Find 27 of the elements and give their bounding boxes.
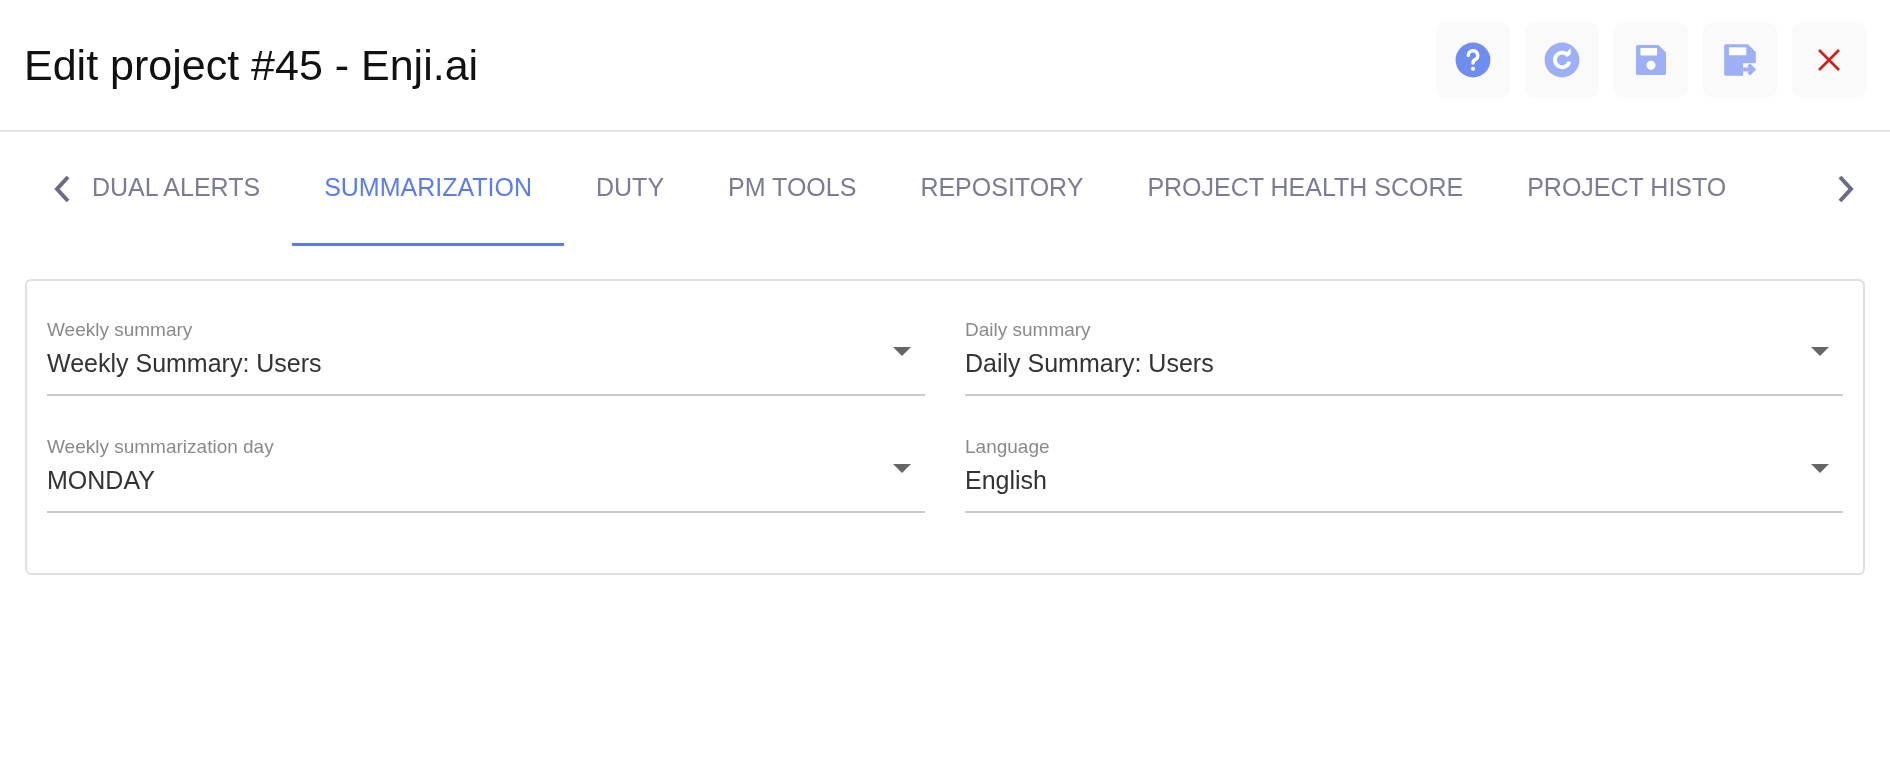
save-export-icon: [1721, 41, 1759, 79]
dropdown-field[interactable]: Language English: [965, 436, 1843, 513]
dropdown-field[interactable]: Daily summary Daily Summary: Users: [965, 319, 1843, 396]
dropdown-caret-icon: [893, 347, 911, 356]
window-title: Edit project #45 - Enji.ai: [24, 40, 479, 90]
refresh-button[interactable]: [1525, 23, 1599, 97]
dropdown-caret-icon: [1811, 347, 1829, 356]
close-button[interactable]: [1792, 23, 1866, 97]
tab[interactable]: PM TOOLS: [696, 132, 889, 246]
save-icon: [1633, 42, 1669, 78]
save-button[interactable]: [1614, 23, 1688, 97]
dropdown-field[interactable]: Weekly summarization day MONDAY: [47, 436, 925, 513]
save-close-button[interactable]: [1703, 23, 1777, 97]
tab[interactable]: PROJECT HEALTH SCORE: [1115, 132, 1496, 246]
refresh-icon: [1543, 41, 1581, 79]
dropdown-field[interactable]: Weekly summary Weekly Summary: Users: [47, 319, 925, 396]
tab[interactable]: REPOSITORY: [888, 132, 1116, 246]
tab[interactable]: DUTY: [564, 132, 697, 246]
dropdown-caret-icon: [893, 464, 911, 473]
chevron-right-icon: [1836, 174, 1856, 204]
help-button[interactable]: [1436, 23, 1510, 97]
dropdown-caret-icon: [1811, 464, 1829, 473]
help-icon: [1454, 41, 1492, 79]
chevron-left-icon: [52, 174, 72, 204]
tab[interactable]: DUAL ALERTS: [84, 132, 293, 246]
tab[interactable]: PROJECT HISTO: [1495, 132, 1759, 246]
tab[interactable]: SUMMARIZATION: [292, 132, 564, 246]
